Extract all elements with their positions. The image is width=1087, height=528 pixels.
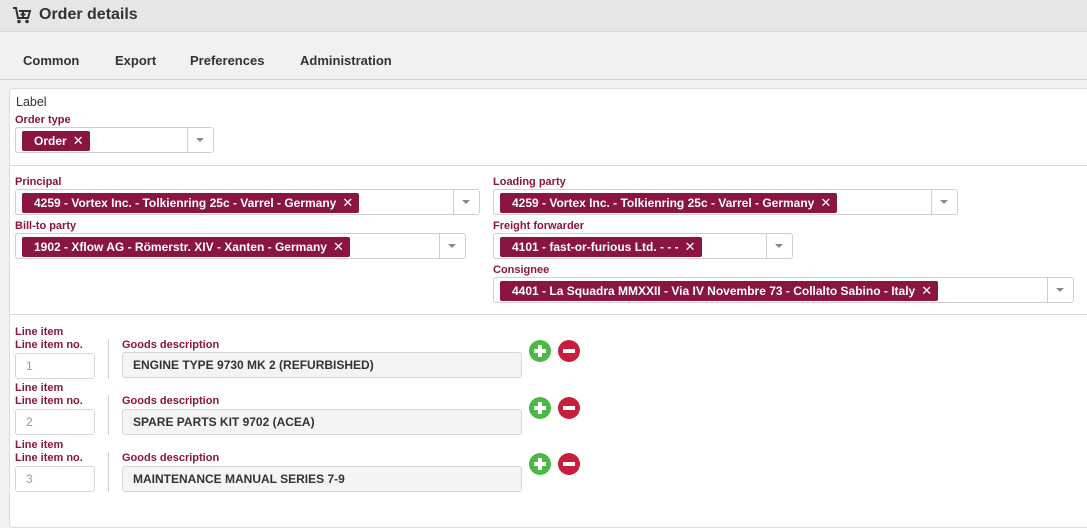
chevron-down-icon	[196, 138, 204, 142]
remove-line-item-button[interactable]	[558, 340, 580, 362]
bill-to-party-chip: 1902 - Xflow AG - Römerstr. XIV - Xanten…	[22, 237, 350, 257]
line-item-no-label: Line item no.	[15, 452, 83, 464]
line-item-no-input[interactable]: 1	[15, 353, 95, 379]
tab-bar: Common Export Preferences Administration	[0, 33, 1087, 80]
principal-label: Principal	[15, 176, 62, 188]
dropdown-toggle[interactable]	[931, 190, 957, 214]
line-item-heading: Line item	[15, 326, 64, 338]
principal-chip-text: 4259 - Vortex Inc. - Tolkienring 25c - V…	[34, 196, 337, 210]
principal-chip: 4259 - Vortex Inc. - Tolkienring 25c - V…	[22, 193, 360, 213]
consignee-label: Consignee	[493, 264, 550, 276]
bill-to-party-chip-text: 1902 - Xflow AG - Römerstr. XIV - Xanten…	[34, 240, 327, 254]
bill-to-party-label: Bill-to party	[15, 220, 77, 232]
divider	[108, 452, 109, 492]
freight-forwarder-label: Freight forwarder	[493, 220, 585, 232]
goods-description-label: Goods description	[122, 395, 220, 407]
minus-icon-bar	[563, 349, 575, 353]
divider	[9, 314, 1087, 315]
chevron-down-icon	[448, 244, 456, 248]
remove-chip-icon[interactable]: ✕	[685, 237, 696, 257]
dropdown-toggle[interactable]	[439, 234, 465, 258]
add-line-item-button[interactable]	[529, 397, 551, 419]
order-type-select[interactable]: Order ✕	[15, 127, 214, 153]
goods-description-label: Goods description	[122, 339, 220, 351]
remove-chip-icon[interactable]: ✕	[73, 131, 84, 151]
dropdown-toggle[interactable]	[766, 234, 792, 258]
divider	[9, 165, 1087, 166]
chevron-down-icon	[1056, 288, 1064, 292]
add-line-item-button[interactable]	[529, 340, 551, 362]
loading-party-chip-text: 4259 - Vortex Inc. - Tolkienring 25c - V…	[512, 196, 815, 210]
chevron-down-icon	[775, 244, 783, 248]
add-line-item-button[interactable]	[529, 453, 551, 475]
freight-forwarder-select[interactable]: 4101 - fast-or-furious Ltd. - - - ✕	[493, 233, 793, 259]
goods-description-input[interactable]: ENGINE TYPE 9730 MK 2 (REFURBISHED)	[122, 352, 522, 378]
bill-to-party-select[interactable]: 1902 - Xflow AG - Römerstr. XIV - Xanten…	[15, 233, 466, 259]
chevron-down-icon	[940, 200, 948, 204]
tab-preferences[interactable]: Preferences	[190, 53, 264, 68]
line-item-no-label: Line item no.	[15, 339, 83, 351]
consignee-select[interactable]: 4401 - La Squadra MMXXII - Via IV Novemb…	[493, 277, 1074, 303]
order-type-chip: Order ✕	[22, 131, 90, 151]
remove-chip-icon[interactable]: ✕	[921, 281, 932, 301]
freight-forwarder-chip: 4101 - fast-or-furious Ltd. - - - ✕	[500, 237, 702, 257]
title-bar: Order details	[0, 0, 1087, 32]
minus-icon-bar	[563, 462, 575, 466]
order-type-label: Order type	[15, 114, 71, 126]
divider	[108, 339, 109, 379]
remove-chip-icon[interactable]: ✕	[342, 193, 353, 213]
remove-line-item-button[interactable]	[558, 397, 580, 419]
dropdown-toggle[interactable]	[1047, 278, 1073, 302]
consignee-chip-text: 4401 - La Squadra MMXXII - Via IV Novemb…	[512, 284, 916, 298]
loading-party-label: Loading party	[493, 176, 566, 188]
chevron-down-icon	[462, 200, 470, 204]
goods-description-label: Goods description	[122, 452, 220, 464]
dropdown-toggle[interactable]	[187, 128, 213, 152]
cart-icon	[13, 7, 32, 24]
goods-description-input[interactable]: SPARE PARTS KIT 9702 (ACEA)	[122, 409, 522, 435]
line-item-no-input[interactable]: 3	[15, 466, 95, 492]
principal-select[interactable]: 4259 - Vortex Inc. - Tolkienring 25c - V…	[15, 189, 480, 215]
line-item-no-label: Line item no.	[15, 395, 83, 407]
loading-party-chip: 4259 - Vortex Inc. - Tolkienring 25c - V…	[500, 193, 838, 213]
window-title: Order details	[39, 6, 138, 23]
minus-icon-bar	[563, 406, 575, 410]
dropdown-toggle[interactable]	[453, 190, 479, 214]
line-item-heading: Line item	[15, 439, 64, 451]
tab-common[interactable]: Common	[23, 53, 79, 68]
plus-icon-bar	[538, 345, 542, 357]
order-type-chip-text: Order	[34, 134, 67, 148]
divider	[108, 395, 109, 435]
remove-chip-icon[interactable]: ✕	[333, 237, 344, 257]
remove-chip-icon[interactable]: ✕	[820, 193, 831, 213]
plus-icon-bar	[538, 458, 542, 470]
plus-icon-bar	[538, 402, 542, 414]
goods-description-input[interactable]: MAINTENANCE MANUAL SERIES 7-9	[122, 466, 522, 492]
loading-party-select[interactable]: 4259 - Vortex Inc. - Tolkienring 25c - V…	[493, 189, 958, 215]
tab-export[interactable]: Export	[115, 53, 156, 68]
line-item-heading: Line item	[15, 382, 64, 394]
label-section-heading: Label	[16, 95, 47, 109]
line-item-no-input[interactable]: 2	[15, 409, 95, 435]
tab-administration[interactable]: Administration	[300, 53, 392, 68]
remove-line-item-button[interactable]	[558, 453, 580, 475]
freight-forwarder-chip-text: 4101 - fast-or-furious Ltd. - - -	[512, 240, 679, 254]
consignee-chip: 4401 - La Squadra MMXXII - Via IV Novemb…	[500, 281, 939, 301]
